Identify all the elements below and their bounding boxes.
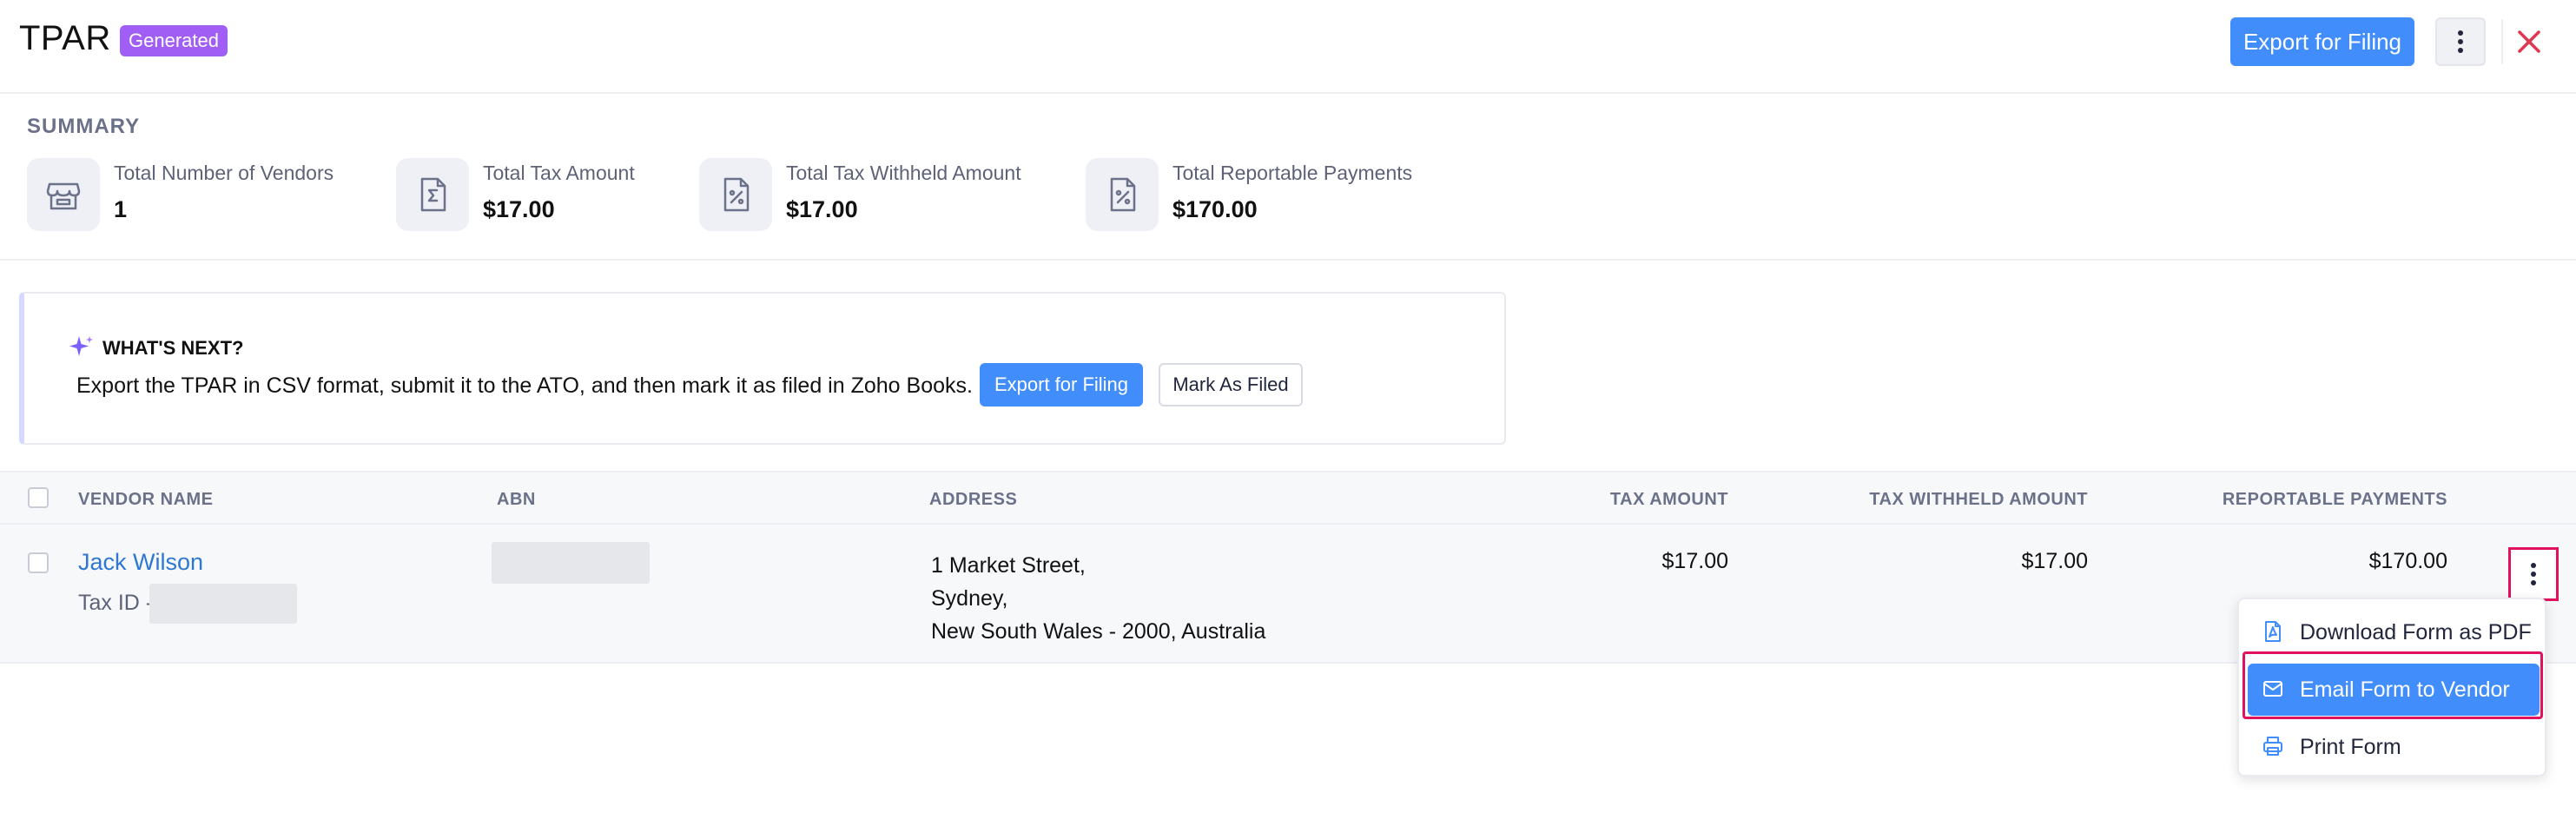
whats-next-card: WHAT'S NEXT? Export the TPAR in CSV form… — [19, 292, 1506, 445]
tax-amount-cell: $17.00 — [1661, 549, 1728, 573]
tax-id-label: Tax ID - — [78, 591, 154, 615]
menu-item-download-pdf[interactable]: Download Form as PDF — [2248, 606, 2540, 658]
sparkle-icon — [69, 336, 93, 356]
percent-document-icon — [723, 177, 750, 212]
export-for-filing-button[interactable]: Export for Filing — [2230, 17, 2414, 66]
address-line: 1 Market Street, — [931, 553, 1086, 578]
summary-value: $170.00 — [1172, 196, 1258, 222]
col-vendor-name: VENDOR NAME — [78, 490, 214, 509]
menu-item-print-form[interactable]: Print Form — [2248, 721, 2540, 773]
store-icon — [46, 182, 81, 210]
close-icon[interactable] — [2513, 26, 2545, 57]
summary-label: Total Number of Vendors — [114, 162, 334, 184]
more-options-button[interactable] — [2435, 17, 2486, 66]
whats-next-text: Export the TPAR in CSV format, submit it… — [76, 373, 973, 398]
summary-label: Total Tax Amount — [483, 162, 635, 184]
row-checkbox[interactable] — [28, 552, 49, 573]
select-all-checkbox[interactable] — [28, 487, 49, 508]
kebab-icon — [2531, 563, 2536, 585]
col-abn: ABN — [497, 490, 536, 509]
vendor-name-link[interactable]: Jack Wilson — [78, 549, 203, 576]
kebab-icon — [2458, 30, 2463, 53]
summary-value: $17.00 — [483, 196, 555, 222]
col-address: ADDRESS — [929, 490, 1018, 509]
address-line: New South Wales - 2000, Australia — [931, 619, 1266, 644]
vendor-address: 1 Market Street, Sydney, New South Wales… — [931, 549, 1265, 648]
col-tax-withheld[interactable]: TAX WITHHELD AMOUNT — [1740, 490, 2088, 510]
tax-withheld-cell: $17.00 — [2021, 549, 2088, 573]
status-badge: Generated — [120, 25, 228, 56]
table-header: VENDOR NAME ABN ADDRESS TAX AMOUNT TAX W… — [0, 471, 2576, 525]
tax-id-redacted — [149, 584, 297, 624]
reportable-payments-cell: $170.00 — [2368, 549, 2447, 573]
col-reportable-payments[interactable]: REPORTABLE PAYMENTS — [2100, 490, 2447, 510]
summary-label: Total Tax Withheld Amount — [786, 162, 1021, 184]
page-title: TPAR — [19, 19, 111, 57]
whats-next-title: WHAT'S NEXT? — [102, 337, 244, 359]
menu-item-label: Print Form — [2300, 735, 2401, 759]
menu-item-label: Download Form as PDF — [2300, 620, 2532, 644]
mark-as-filed-button[interactable]: Mark As Filed — [1159, 363, 1303, 406]
address-line: Sydney, — [931, 586, 1008, 611]
summary-value: $17.00 — [786, 196, 858, 222]
email-form-highlight — [2242, 651, 2543, 719]
summary-divider — [0, 259, 2576, 261]
pdf-file-icon — [2265, 621, 2281, 642]
col-tax-amount[interactable]: TAX AMOUNT — [1468, 490, 1728, 510]
header-divider — [2501, 19, 2503, 64]
next-export-for-filing-button[interactable]: Export for Filing — [980, 363, 1143, 406]
abn-redacted — [492, 542, 650, 584]
percent-document-icon — [1110, 177, 1136, 212]
summary-label: Total Reportable Payments — [1172, 162, 1413, 184]
table-row[interactable]: Jack Wilson Tax ID - 1 Market Street, Sy… — [0, 525, 2576, 664]
printer-icon — [2263, 737, 2282, 756]
page-header: TPAR Generated Export for Filing — [0, 0, 2576, 94]
summary-value: 1 — [114, 196, 128, 222]
sigma-document-icon — [420, 177, 446, 212]
summary-title: SUMMARY — [27, 115, 141, 138]
row-more-options-button[interactable] — [2508, 547, 2559, 601]
